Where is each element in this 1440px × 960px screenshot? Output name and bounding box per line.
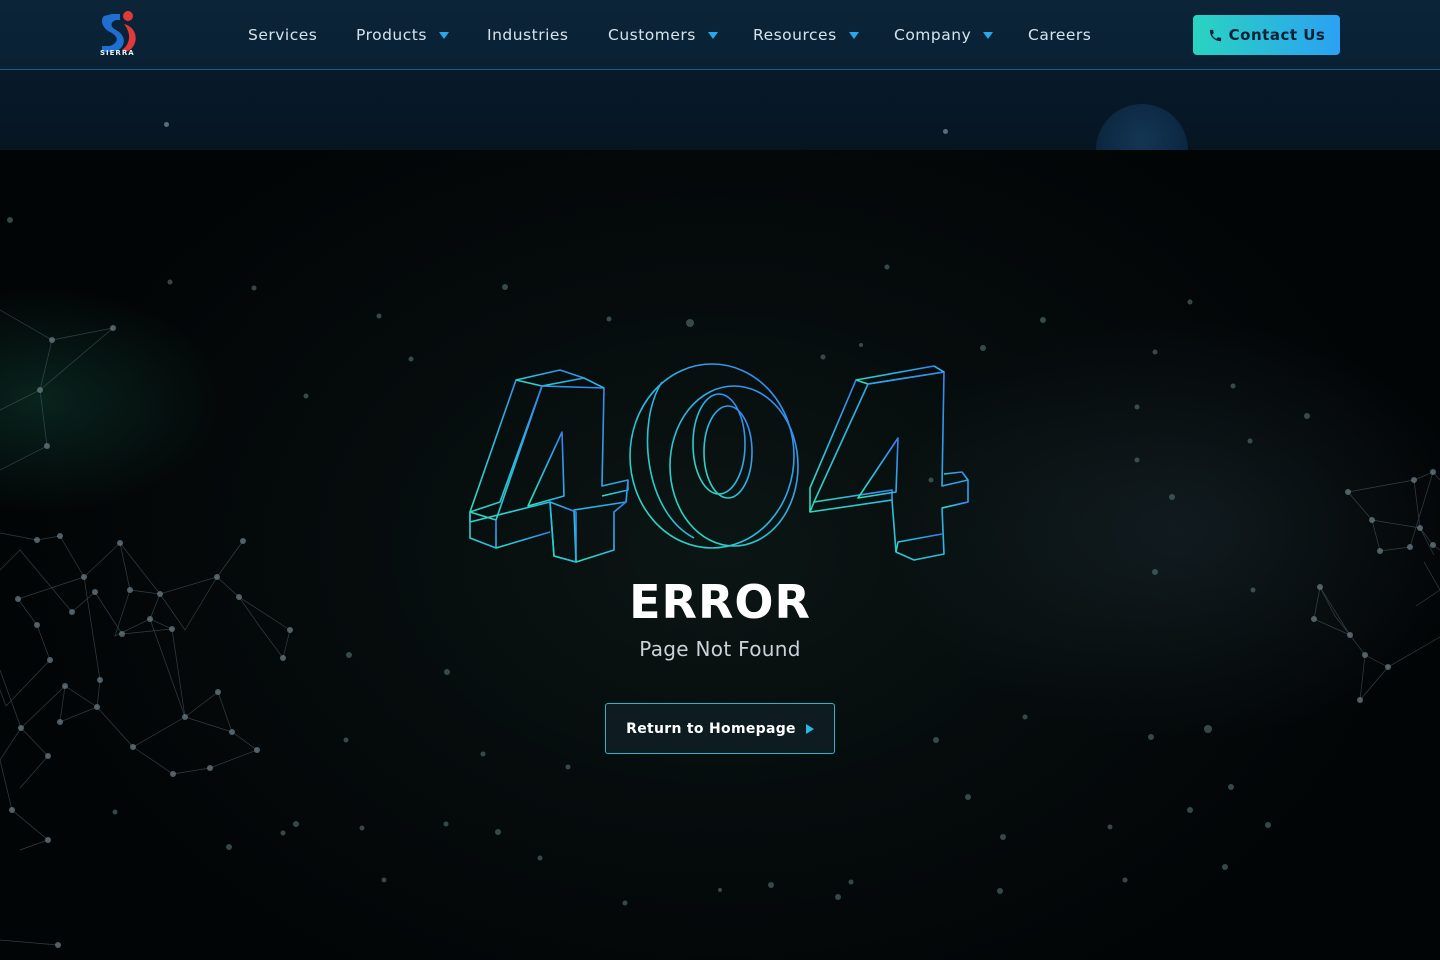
play-arrow-icon [805,723,814,734]
nav-label: Careers [1028,26,1092,44]
error-subtitle: Page Not Found [639,637,801,661]
contact-us-button[interactable]: Contact Us [1193,15,1340,55]
brand-name: SIERRA [100,49,135,57]
nav-item-industries[interactable]: Industries [487,24,569,46]
nav-label: Services [248,26,318,44]
error-title: ERROR [629,575,811,629]
caret-down-icon [848,32,859,39]
nav-label: Resources [753,26,837,44]
nav-label: Company [894,26,972,44]
return-home-label: Return to Homepage [626,720,796,737]
nav-label: Products [356,26,427,44]
nav-item-resources[interactable]: Resources [753,24,859,46]
phone-icon [1209,29,1221,41]
nav-item-products[interactable]: Products [356,24,449,46]
error-hero: ERROR Page Not Found Return to Homepage [0,150,1440,960]
nav-item-careers[interactable]: Careers [1028,24,1091,46]
caret-down-icon [438,32,449,39]
nav-item-customers[interactable]: Customers [608,24,718,46]
decorative-dot [164,122,169,127]
nav-label: Customers [608,26,696,44]
nav-label: Industries [487,26,569,44]
caret-down-icon [983,32,994,39]
header-band [0,70,1440,150]
contact-us-label: Contact Us [1228,26,1326,44]
nav-item-company[interactable]: Company [894,24,994,46]
nav-item-services[interactable]: Services [248,24,317,46]
error-code-404 [469,363,969,563]
return-home-button[interactable]: Return to Homepage [605,703,835,754]
decorative-orb [1096,104,1188,150]
caret-down-icon [707,32,718,39]
site-header: SIERRA Services Products Industries Cust… [0,0,1440,70]
decorative-dot [943,129,948,134]
